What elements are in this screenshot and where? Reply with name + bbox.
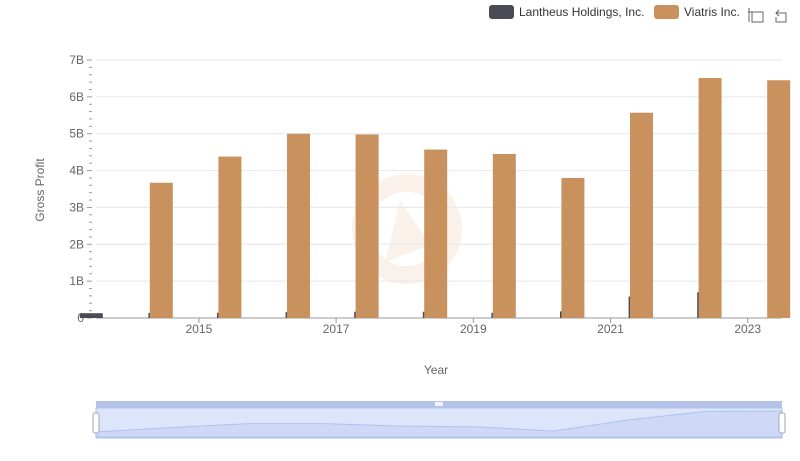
bar[interactable]: [218, 156, 242, 318]
bar[interactable]: [561, 177, 585, 318]
x-axis-title: Year: [424, 363, 448, 377]
y-tick-label: 7B: [69, 53, 84, 67]
legend-swatch-viatris: [654, 5, 679, 19]
y-tick-label: 4B: [69, 164, 84, 178]
x-tick-label: 2023: [734, 322, 761, 336]
bars[interactable]: [79, 78, 791, 319]
legend-item-viatris[interactable]: Viatris Inc.: [654, 5, 740, 19]
y-tick-label: 5B: [69, 127, 84, 141]
zoom-handle-right[interactable]: [778, 412, 786, 434]
x-axis-tick-labels: 2015 2017 2019 2021 2023: [186, 318, 761, 336]
y-axis-title: Gross Profit: [33, 158, 47, 222]
bar[interactable]: [424, 149, 448, 318]
legend-label-lantheus: Lantheus Holdings, Inc.: [519, 5, 644, 19]
bar[interactable]: [287, 133, 310, 318]
legend: Lantheus Holdings, Inc. Viatris Inc.: [489, 5, 740, 19]
bar[interactable]: [492, 153, 516, 318]
y-axis-minor-ticks: [87, 59, 92, 319]
bar[interactable]: [149, 182, 173, 318]
x-tick-label: 2017: [323, 322, 350, 336]
y-tick-label: 1B: [69, 274, 84, 288]
y-tick-label: 3B: [69, 200, 84, 214]
x-tick-label: 2021: [597, 322, 624, 336]
legend-label-viatris: Viatris Inc.: [684, 5, 740, 19]
legend-item-lantheus[interactable]: Lantheus Holdings, Inc.: [489, 5, 644, 19]
y-tick-label: 2B: [69, 237, 84, 251]
x-tick-label: 2015: [186, 322, 213, 336]
zoom-reset-icon[interactable]: [775, 9, 787, 23]
y-tick-label: 6B: [69, 90, 84, 104]
zoom-slider-top-grip[interactable]: [435, 402, 443, 406]
zoom-slider[interactable]: [92, 401, 786, 439]
bar[interactable]: [79, 313, 103, 318]
bar[interactable]: [767, 80, 791, 319]
legend-swatch-lantheus: [489, 5, 514, 19]
y-axis-tick-labels: 01B2B3B4B5B6B7B: [69, 53, 84, 325]
chart: 01B2B3B4B5B6B7B 20152017201920212023 Gro…: [33, 5, 791, 439]
bar[interactable]: [630, 112, 653, 318]
bar[interactable]: [698, 78, 722, 318]
zoom-select-icon[interactable]: [748, 8, 764, 23]
bar[interactable]: [355, 134, 379, 318]
x-tick-label: 2019: [460, 322, 487, 336]
zoom-handle-left[interactable]: [92, 412, 100, 434]
